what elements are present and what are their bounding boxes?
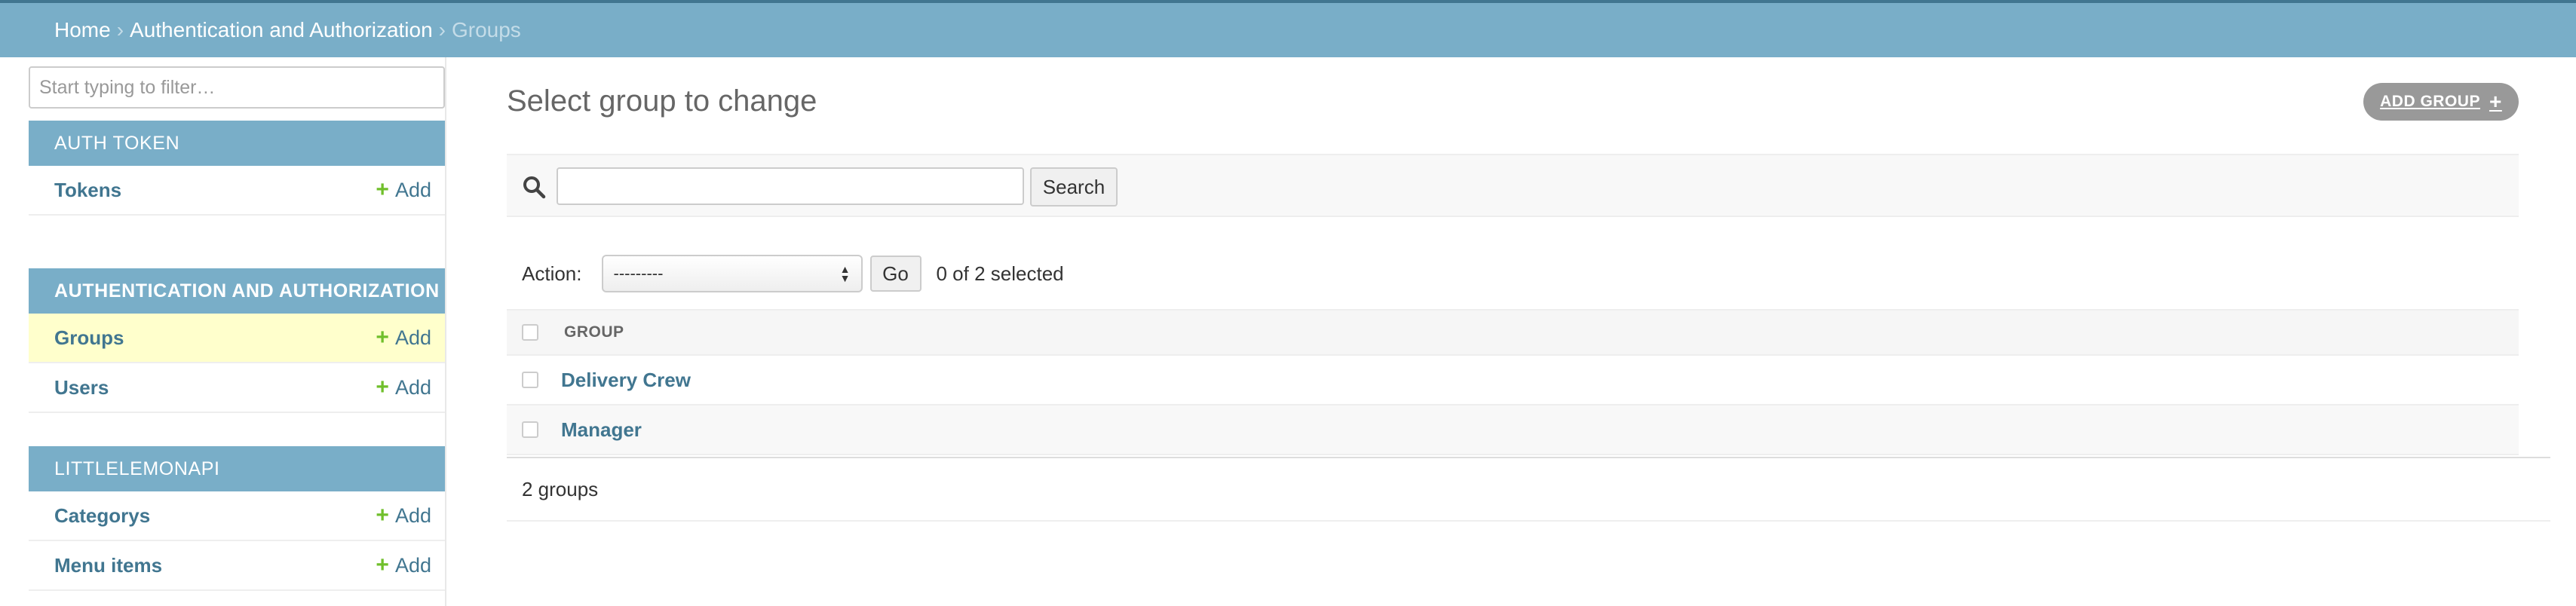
- sidebar-item-menu-items: Menu items + Add: [29, 541, 445, 591]
- plus-icon: +: [376, 325, 389, 350]
- add-group-button[interactable]: Add group +: [2363, 83, 2519, 121]
- search-input[interactable]: [557, 167, 1024, 205]
- row-checkbox[interactable]: [522, 372, 538, 388]
- sidebar-item-groups: Groups + Add: [29, 314, 445, 363]
- add-categorys-link[interactable]: + Add: [376, 504, 431, 528]
- nav-sidebar: Auth Token Tokens +Add Authentication an…: [0, 57, 446, 606]
- sidebar-item-categorys: Categorys + Add: [29, 491, 445, 541]
- sidebar-item-tokens-link[interactable]: Tokens: [54, 179, 121, 202]
- search-button[interactable]: Search: [1030, 167, 1118, 207]
- plus-icon: +: [376, 177, 389, 202]
- group-link[interactable]: Delivery Crew: [561, 369, 691, 392]
- add-groups-link[interactable]: + Add: [376, 326, 431, 350]
- table-row: Manager: [507, 406, 2519, 455]
- group-link[interactable]: Manager: [561, 418, 642, 442]
- add-label: Add: [394, 375, 431, 399]
- selection-counter: 0 of 2 selected: [936, 262, 1064, 285]
- breadcrumb-separator: ›: [116, 18, 124, 41]
- sidebar-item-users-link[interactable]: Users: [54, 376, 109, 399]
- result-list: Group Delivery Crew Manager: [507, 309, 2519, 455]
- action-select[interactable]: --------- ▲ ▼: [601, 255, 863, 292]
- updown-arrows-icon: ▲ ▼: [839, 263, 851, 284]
- breadcrumb-separator: ›: [438, 18, 446, 41]
- page-title: Select group to change: [507, 84, 817, 118]
- add-label: Add: [394, 503, 431, 527]
- sidebar-item-groups-link[interactable]: Groups: [54, 326, 124, 350]
- module-header[interactable]: Auth Token: [29, 121, 445, 166]
- paginator: 2 groups: [507, 457, 2550, 522]
- module-header[interactable]: Authentication and Authorization: [29, 268, 445, 314]
- module-auth-token: Auth Token Tokens + Add: [29, 121, 445, 216]
- plus-icon: +: [376, 552, 389, 577]
- go-button[interactable]: Go: [869, 256, 922, 292]
- row-checkbox[interactable]: [522, 421, 538, 438]
- table-header: Group: [507, 309, 2519, 356]
- plus-icon: +: [2489, 90, 2502, 113]
- module-littlelemonapi: Littlelemonapi Categorys + Add Menu items…: [29, 446, 445, 591]
- module-header[interactable]: Littlelemonapi: [29, 446, 445, 491]
- add-menu-items-link[interactable]: + Add: [376, 554, 431, 577]
- actions-bar: Action: --------- ▲ ▼ Go 0 of 2 selected: [507, 249, 1064, 298]
- add-label: Add: [394, 326, 431, 349]
- add-label: Add: [394, 553, 431, 577]
- action-select-value: ---------: [613, 264, 664, 283]
- select-all-checkbox[interactable]: [522, 324, 538, 341]
- add-users-link[interactable]: + Add: [376, 376, 431, 399]
- action-label: Action:: [522, 262, 582, 285]
- table-row: Delivery Crew: [507, 356, 2519, 406]
- add-tokens-link[interactable]: + Add: [376, 179, 431, 202]
- sidebar-item-categorys-link[interactable]: Categorys: [54, 504, 150, 528]
- module-authentication-and-authorization: Authentication and Authorization Groups …: [29, 268, 445, 413]
- search-toolbar: Search: [507, 154, 2519, 217]
- breadcrumb-section-link[interactable]: Authentication and Authorization: [130, 18, 433, 42]
- sidebar-item-tokens: Tokens + Add: [29, 166, 445, 216]
- breadcrumb: Home › Authentication and Authorization …: [0, 3, 2576, 57]
- search-icon: [523, 176, 546, 199]
- plus-icon: +: [376, 503, 389, 528]
- sidebar-item-users: Users + Add: [29, 363, 445, 413]
- breadcrumb-home-link[interactable]: Home: [54, 18, 111, 42]
- plus-icon: +: [376, 375, 389, 399]
- column-header-group[interactable]: Group: [564, 323, 624, 341]
- sidebar-item-menu-items-link[interactable]: Menu items: [54, 554, 162, 577]
- result-count: 2 groups: [522, 477, 599, 500]
- sidebar-filter-input[interactable]: [29, 66, 445, 109]
- breadcrumb-current: Groups: [451, 18, 521, 41]
- add-group-label: Add group: [2380, 93, 2480, 110]
- add-label: Add: [394, 178, 431, 201]
